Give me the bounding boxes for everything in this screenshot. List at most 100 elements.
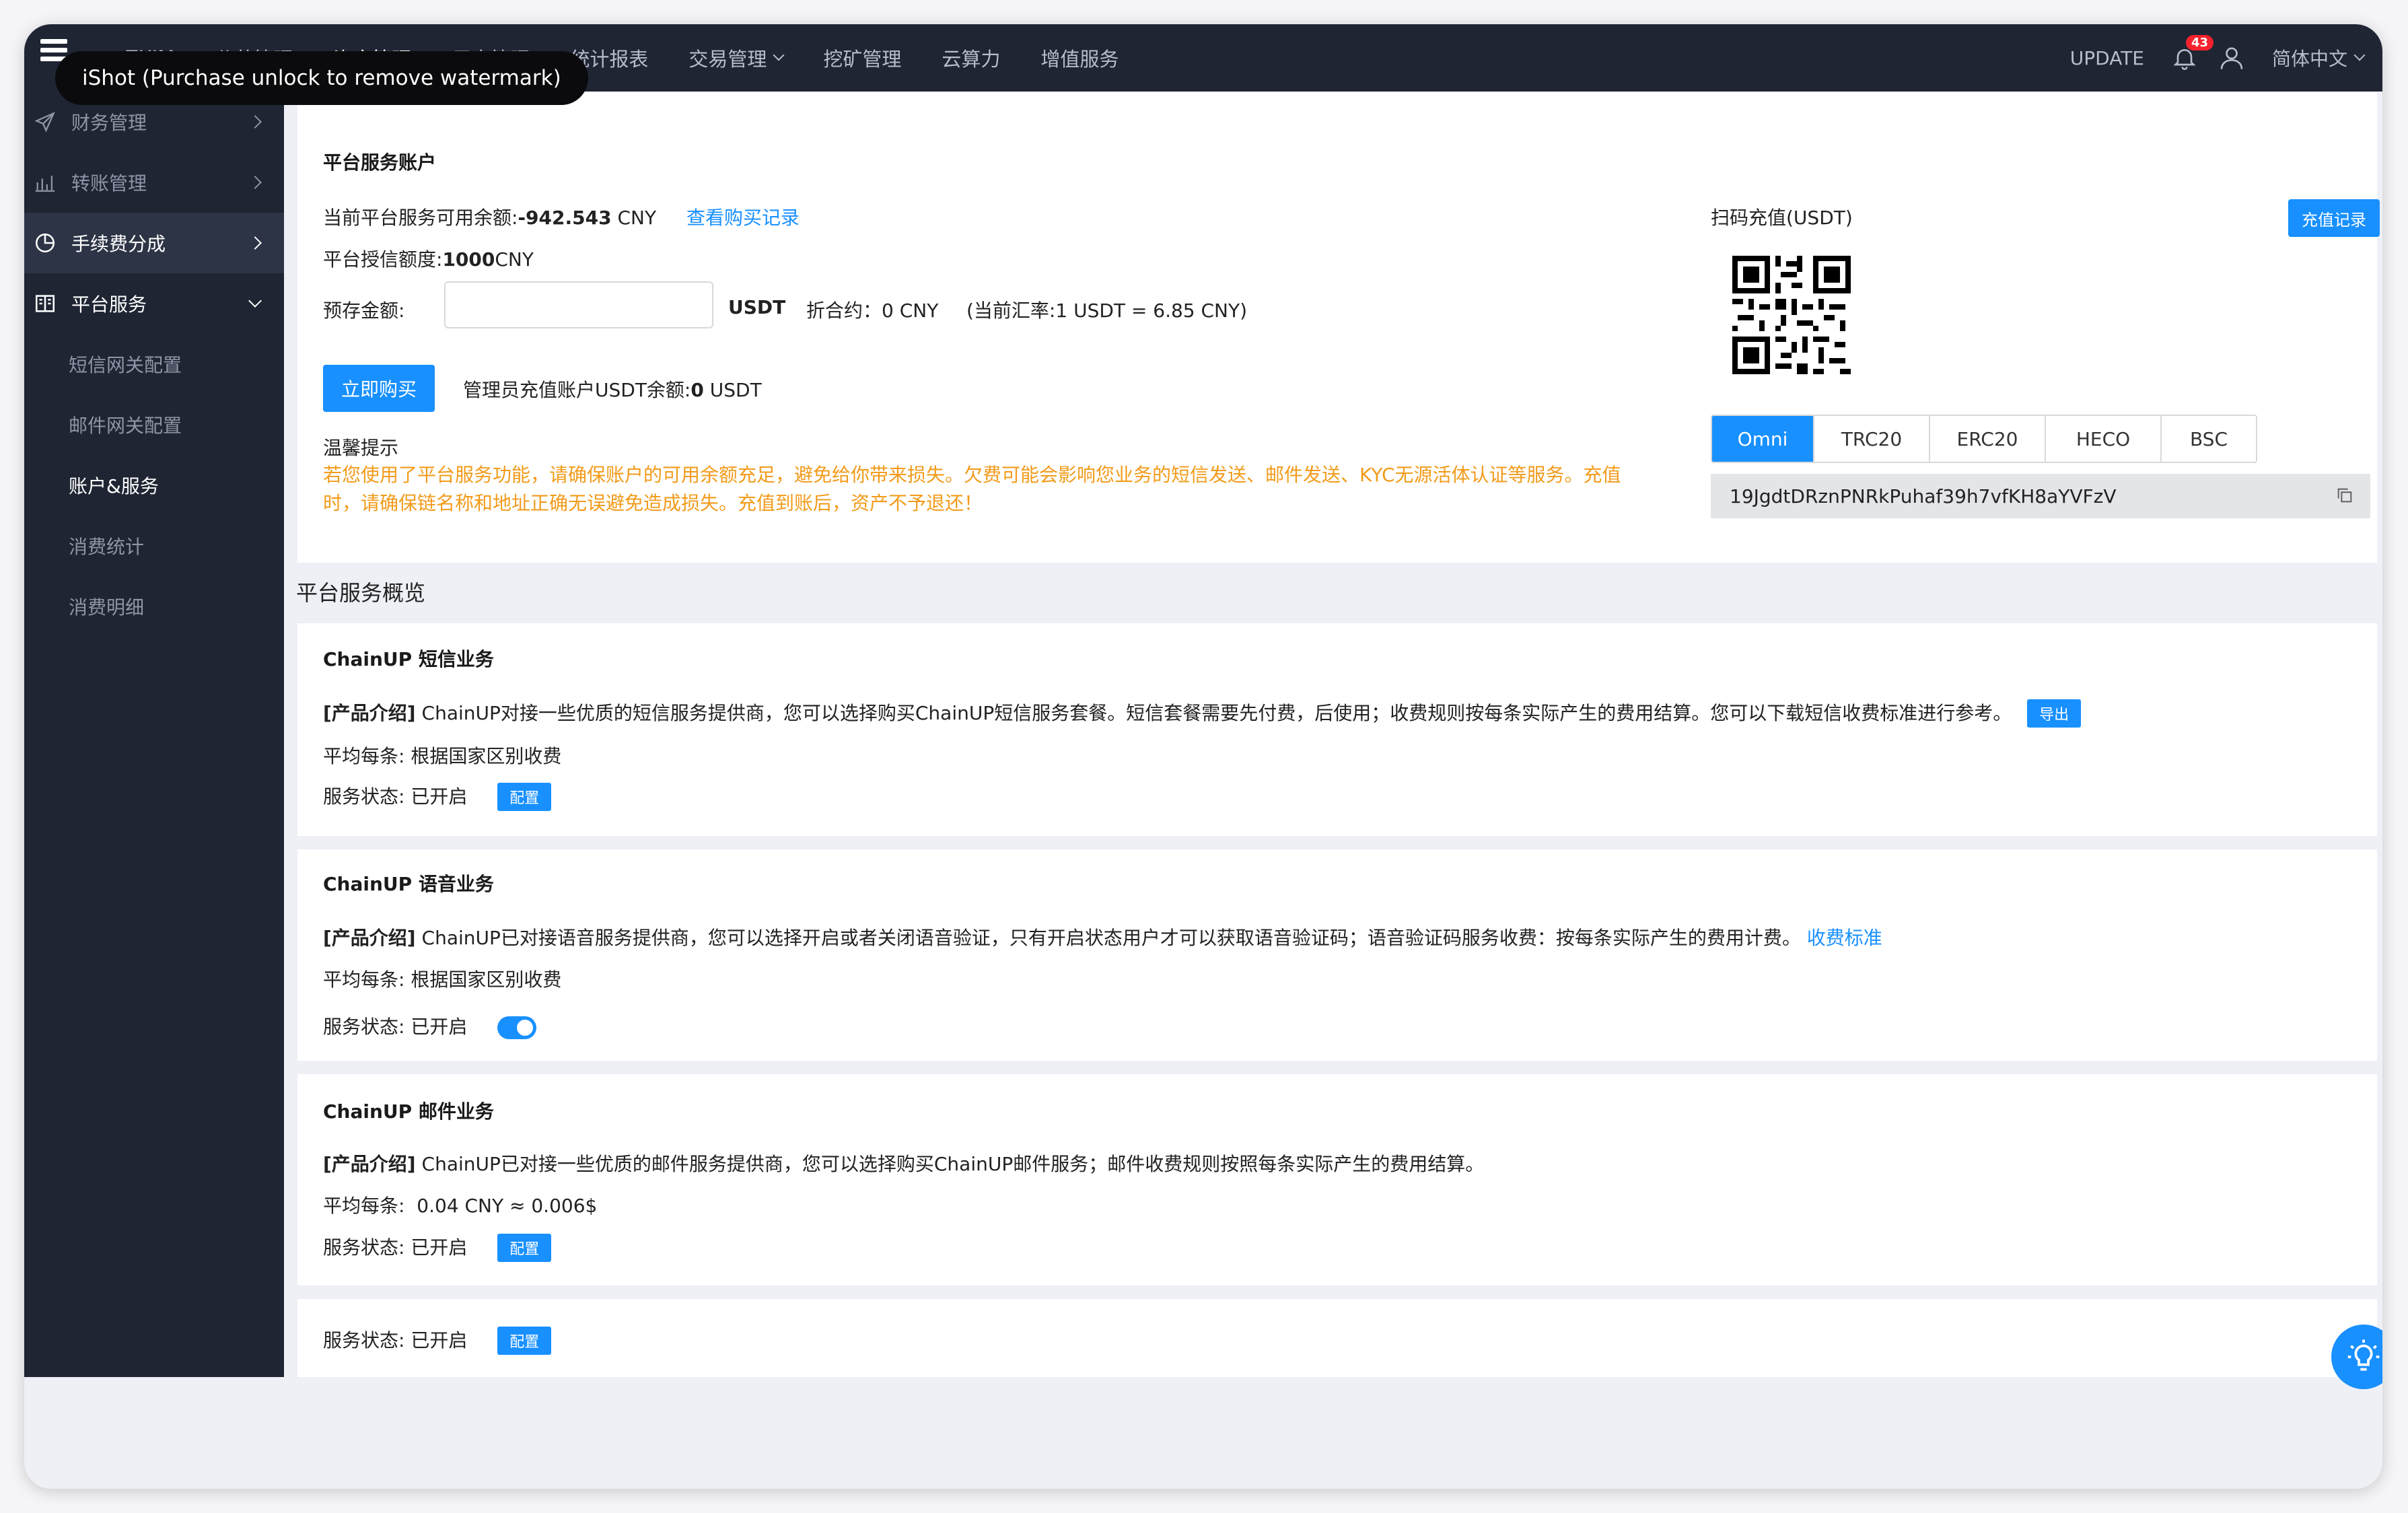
- extra-status-line: 服务状态: 已开启 配置: [323, 1326, 552, 1355]
- send-icon: [34, 112, 55, 133]
- language-select[interactable]: 简体中文: [2272, 44, 2366, 71]
- update-button[interactable]: UPDATE: [2070, 47, 2144, 69]
- sidebar-item-label: 转账管理: [71, 172, 147, 195]
- email-title: ChainUP 邮件业务: [323, 1100, 494, 1123]
- sms-avg-value: 根据国家区别收费: [411, 745, 562, 767]
- voice-intro-tag: [产品介绍]: [323, 927, 416, 949]
- sidebar-item-platform-service[interactable]: 平台服务: [24, 273, 284, 334]
- extra-config-button[interactable]: 配置: [497, 1327, 552, 1355]
- voice-status-line: 服务状态: 已开启: [323, 1012, 537, 1039]
- sms-service-card: ChainUP 短信业务 [产品介绍] ChainUP对接一些优质的短信服务提供…: [297, 623, 2377, 836]
- app-window: ZXIM 公共管理 资产管理 用户管理 统计报表 交易管理 挖矿管理 云算力 增…: [24, 24, 2382, 1489]
- sidebar-subitem-sms-gateway[interactable]: 短信网关配置: [24, 334, 284, 394]
- account-card: 平台服务账户 当前平台服务可用余额:-942.543 CNY 查看购买记录 平台…: [297, 92, 2380, 563]
- sidebar-subitem-email-gateway[interactable]: 邮件网关配置: [24, 394, 284, 455]
- sidebar-item-label: 财务管理: [71, 112, 147, 134]
- pie-icon: [35, 233, 55, 253]
- chevron-right-icon: [248, 115, 262, 129]
- book-icon: [35, 295, 55, 312]
- tab-heco[interactable]: HECO: [2046, 416, 2162, 462]
- email-intro-text: ChainUP已对接一些优质的邮件服务提供商，您可以选择购买ChainUP邮件服…: [421, 1153, 1485, 1175]
- sidebar-subitem-consumption-stats[interactable]: 消费统计: [24, 516, 284, 576]
- sms-config-button[interactable]: 配置: [497, 783, 552, 811]
- prestore-label: 预存金额:: [323, 300, 405, 322]
- buy-now-button[interactable]: 立即购买: [323, 365, 435, 412]
- convert-text: 折合约：0 CNY: [806, 300, 939, 322]
- sms-intro-tag: [产品介绍]: [323, 702, 416, 724]
- nav-item-value-added[interactable]: 增值服务: [1040, 44, 1119, 72]
- sidebar-item-transfer[interactable]: 转账管理: [24, 152, 284, 213]
- recharge-record-button[interactable]: 充值记录: [2288, 199, 2380, 237]
- user-icon[interactable]: [2218, 44, 2245, 71]
- tab-bsc[interactable]: BSC: [2162, 416, 2256, 462]
- bar-chart-icon: [35, 176, 55, 192]
- voice-service-toggle[interactable]: [497, 1016, 537, 1039]
- tab-trc20[interactable]: TRC20: [1814, 416, 1930, 462]
- notification-button[interactable]: 43: [2171, 35, 2214, 71]
- admin-balance-unit: USDT: [709, 379, 762, 401]
- sidebar-subitem-account-service[interactable]: 账户&服务: [24, 455, 284, 516]
- export-button[interactable]: 导出: [2027, 699, 2082, 728]
- admin-balance-line: 管理员充值账户USDT余额:0 USDT: [463, 376, 762, 402]
- extra-status-value: 已开启: [411, 1329, 468, 1351]
- email-avg-value: 0.04 CNY ≈ 0.006$: [417, 1195, 598, 1217]
- admin-balance-value: 0: [690, 379, 704, 401]
- chevron-down-icon: [248, 294, 262, 308]
- email-intro-tag: [产品介绍]: [323, 1153, 416, 1175]
- email-avg-line: 平均每条: 0.04 CNY ≈ 0.006$: [323, 1191, 597, 1218]
- voice-intro-text: ChainUP已对接语音服务提供商，您可以选择开启或者关闭语音验证，只有开启状态…: [421, 927, 1801, 949]
- balance-unit: CNY: [617, 207, 657, 229]
- voice-service-card: ChainUP 语音业务 [产品介绍] ChainUP已对接语音服务提供商，您可…: [297, 849, 2377, 1061]
- tip-title: 温馨提示: [323, 437, 399, 459]
- account-title: 平台服务账户: [323, 151, 437, 174]
- email-service-card: ChainUP 邮件业务 [产品介绍] ChainUP已对接一些优质的邮件服务提…: [297, 1074, 2377, 1286]
- balance-label: 当前平台服务可用余额:: [323, 207, 518, 229]
- sms-status-label: 服务状态:: [323, 785, 405, 808]
- nav-item-cloud[interactable]: 云算力: [942, 44, 1000, 72]
- email-status-value: 已开启: [411, 1236, 468, 1259]
- tab-omni[interactable]: Omni: [1712, 416, 1814, 462]
- credit-unit: CNY: [495, 248, 534, 271]
- qr-code: [1732, 256, 1851, 374]
- voice-intro: [产品介绍] ChainUP已对接语音服务提供商，您可以选择开启或者关闭语音验证…: [323, 923, 1882, 950]
- credit-label: 平台授信额度:: [323, 248, 443, 271]
- sidebar: 财务管理 转账管理 手续费分成 平台服务 短信网关配置 邮件网关配置 账户&服务…: [24, 92, 284, 1377]
- lightbulb-icon: [2347, 1339, 2380, 1371]
- sms-intro: [产品介绍] ChainUP对接一些优质的短信服务提供商，您可以选择购买Chai…: [323, 699, 2082, 728]
- sms-title: ChainUP 短信业务: [323, 648, 494, 670]
- sidebar-item-label: 平台服务: [71, 293, 147, 316]
- sms-avg-line: 平均每条: 根据国家区别收费: [323, 742, 561, 769]
- overview-title: 平台服务概览: [296, 580, 426, 606]
- chevron-right-icon: [248, 176, 262, 189]
- email-avg-label: 平均每条:: [323, 1195, 405, 1217]
- tab-erc20[interactable]: ERC20: [1930, 416, 2046, 462]
- extra-service-card: 服务状态: 已开启 配置: [297, 1299, 2377, 1377]
- tip-line-1: 若您使用了平台服务功能，请确保账户的可用余额充足，避免给你带来损失。欠费可能会影…: [323, 464, 1621, 486]
- sms-status-value: 已开启: [411, 785, 468, 808]
- email-status-label: 服务状态:: [323, 1236, 405, 1259]
- sidebar-item-fee-share[interactable]: 手续费分成: [24, 213, 284, 273]
- sms-status-line: 服务状态: 已开启 配置: [323, 782, 552, 811]
- deposit-address: 19JgdtDRznPNRkPuhaf39h7vfKH8aYVFzV: [1711, 474, 2370, 518]
- copy-icon[interactable]: [2335, 486, 2354, 505]
- chain-tabs: Omni TRC20 ERC20 HECO BSC: [1711, 415, 2257, 463]
- email-config-button[interactable]: 配置: [497, 1234, 552, 1262]
- voice-avg-value: 根据国家区别收费: [411, 969, 562, 991]
- credit-line: 平台授信额度:1000CNY: [323, 245, 534, 272]
- purchase-record-link[interactable]: 查看购买记录: [686, 203, 800, 230]
- extra-status-label: 服务状态:: [323, 1329, 405, 1351]
- nav-item-mining[interactable]: 挖矿管理: [823, 44, 901, 72]
- prestore-amount-input[interactable]: [444, 281, 713, 328]
- nav-item-trading[interactable]: 交易管理: [688, 44, 785, 72]
- rate-text: (当前汇率:1 USDT = 6.85 CNY): [966, 300, 1248, 322]
- fee-standard-link[interactable]: 收费标准: [1807, 927, 1882, 949]
- sidebar-subitem-consumption-detail[interactable]: 消费明细: [24, 576, 284, 637]
- sidebar-item-label: 手续费分成: [71, 233, 166, 255]
- top-right-tools: UPDATE 43 简体中文: [2070, 24, 2366, 92]
- sms-intro-text: ChainUP对接一些优质的短信服务提供商，您可以选择购买ChainUP短信服务…: [421, 702, 2012, 724]
- chevron-down-icon: [773, 49, 785, 61]
- chevron-down-icon: [2353, 49, 2366, 61]
- watermark: iShot (Purchase unlock to remove waterma…: [55, 51, 588, 105]
- tip-line-2: 时，请确保链名称和地址正确无误避免造成损失。充值到账后，资产不予退还！: [323, 492, 983, 514]
- email-status-line: 服务状态: 已开启 配置: [323, 1233, 552, 1262]
